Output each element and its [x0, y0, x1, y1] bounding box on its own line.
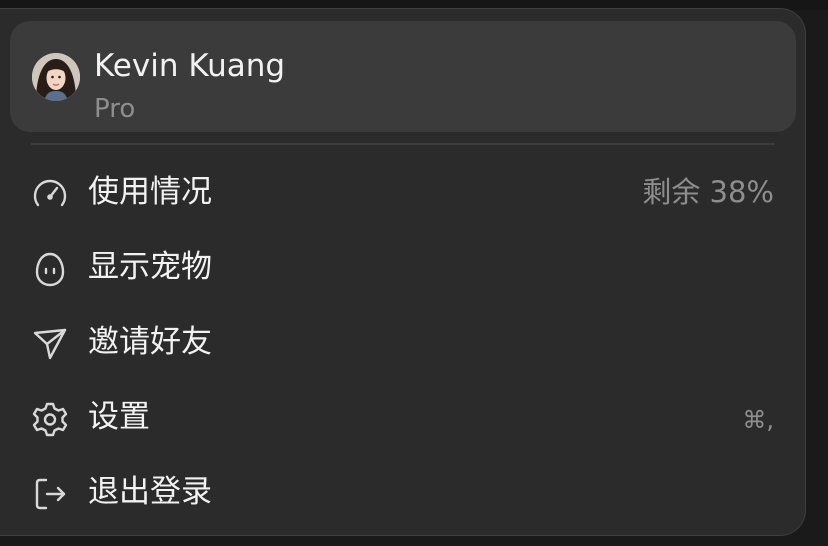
menu-item-show-pet[interactable]: 显示宠物	[10, 237, 796, 299]
user-avatar-photo-icon	[32, 53, 80, 101]
gear-icon	[30, 400, 70, 438]
egg-face-icon	[30, 250, 70, 288]
logout-icon	[30, 475, 70, 513]
menu-item-label: 显示宠物	[88, 249, 212, 285]
send-icon	[30, 325, 70, 363]
profile-name: Kevin Kuang	[94, 48, 286, 84]
avatar	[32, 53, 80, 101]
usage-remaining: 剩余 38%	[642, 175, 774, 209]
menu-item-label: 退出登录	[88, 474, 212, 510]
gauge-icon	[30, 175, 70, 213]
menu-item-label: 使用情况	[88, 174, 212, 210]
menu-item-settings[interactable]: 设置 ⌘,	[10, 387, 796, 449]
settings-shortcut: ⌘,	[742, 406, 774, 434]
menu-divider	[31, 143, 775, 145]
menu-item-label: 设置	[88, 399, 150, 435]
account-menu: Kevin Kuang Pro 使用情况 剩余 38% 显示宠物 邀请好友 设置…	[0, 8, 806, 536]
profile-plan: Pro	[94, 94, 136, 124]
profile-card[interactable]: Kevin Kuang Pro	[10, 21, 796, 132]
menu-item-invite-friends[interactable]: 邀请好友	[10, 312, 796, 374]
menu-item-usage[interactable]: 使用情况 剩余 38%	[10, 162, 796, 224]
menu-item-label: 邀请好友	[88, 324, 212, 360]
menu-item-logout[interactable]: 退出登录	[10, 462, 796, 524]
